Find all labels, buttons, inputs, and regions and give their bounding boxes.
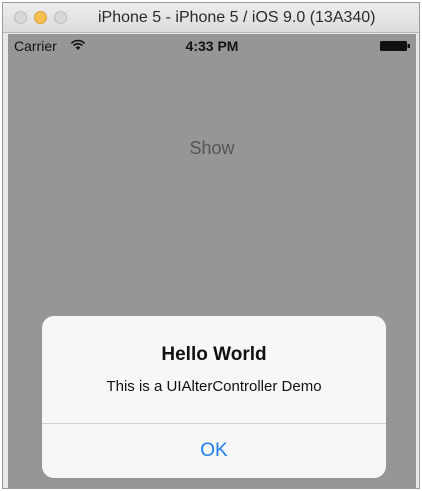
title-bar: iPhone 5 - iPhone 5 / iOS 9.0 (13A340) [3, 3, 419, 33]
close-window-button[interactable] [14, 11, 27, 24]
alert-title: Hello World [161, 344, 267, 365]
alert-message: This is a UIAlterController Demo [106, 378, 322, 395]
simulator-window: iPhone 5 - iPhone 5 / iOS 9.0 (13A340) C… [2, 2, 420, 489]
battery-icon [380, 41, 410, 51]
window-title: iPhone 5 - iPhone 5 / iOS 9.0 (13A340) [98, 9, 376, 26]
show-button[interactable]: Show [8, 138, 416, 159]
status-bar: Carrier 4:33 PM [8, 34, 416, 56]
zoom-window-button[interactable] [54, 11, 67, 24]
ok-button[interactable]: OK [42, 424, 386, 478]
minimize-window-button[interactable] [34, 11, 47, 24]
status-time: 4:33 PM [185, 38, 239, 54]
alert-dialog: Hello World This is a UIAlterController … [42, 316, 386, 478]
device-screen: Carrier 4:33 PM Show Hello World This is… [8, 34, 416, 488]
